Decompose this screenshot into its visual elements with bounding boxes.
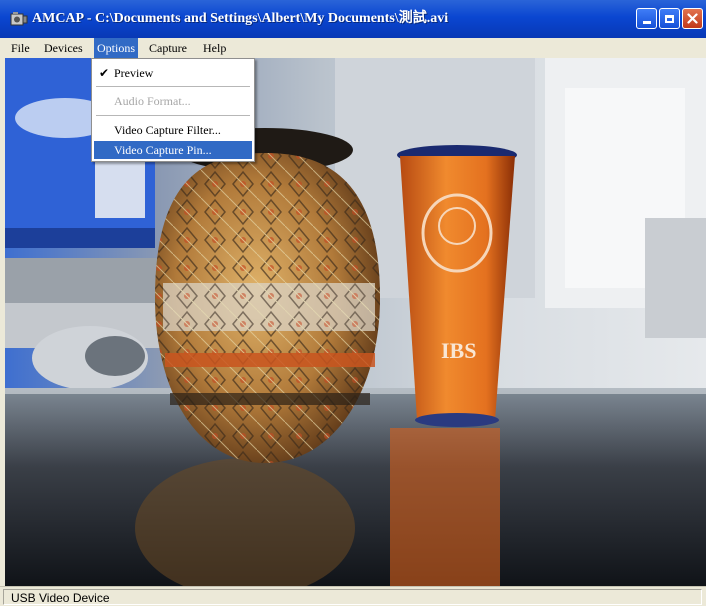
menu-item-preview[interactable]: ✔ Preview xyxy=(94,64,252,82)
menu-help[interactable]: Help xyxy=(200,38,229,58)
menu-item-video-capture-pin[interactable]: Video Capture Pin... xyxy=(94,141,252,159)
menu-devices-label: Devices xyxy=(44,41,83,55)
menu-help-label: Help xyxy=(203,41,227,55)
close-icon xyxy=(687,13,698,24)
menu-capture[interactable]: Capture xyxy=(146,38,190,58)
menu-bar: File Devices Options Capture Help xyxy=(0,38,706,58)
menu-item-video-capture-filter-label: Video Capture Filter... xyxy=(114,123,221,137)
status-bar: USB Video Device xyxy=(0,586,706,606)
menu-separator xyxy=(96,115,250,116)
menu-file[interactable]: File xyxy=(8,38,33,58)
close-button[interactable] xyxy=(682,8,703,29)
checkmark-icon: ✔ xyxy=(99,66,110,80)
menu-item-video-capture-filter[interactable]: Video Capture Filter... xyxy=(94,121,252,139)
status-panel: USB Video Device xyxy=(3,589,702,605)
options-dropdown: ✔ Preview Audio Format... Video Capture … xyxy=(91,58,255,162)
menu-item-audio-format: Audio Format... xyxy=(94,92,252,110)
camera-app-icon xyxy=(10,12,28,26)
minimize-button[interactable] xyxy=(636,8,657,29)
menu-item-preview-label: Preview xyxy=(114,66,154,80)
menu-options-label: Options xyxy=(97,41,136,55)
menu-separator xyxy=(96,86,250,87)
minimize-icon xyxy=(642,21,651,24)
cup-logo-text: IBS xyxy=(441,338,476,363)
maximize-icon xyxy=(665,14,674,23)
menu-file-label: File xyxy=(11,41,30,55)
menu-item-video-capture-pin-label: Video Capture Pin... xyxy=(114,143,212,157)
menu-capture-label: Capture xyxy=(149,41,187,55)
amcap-window: AMCAP - C:\Documents and Settings\Albert… xyxy=(0,0,706,606)
status-device-text: USB Video Device xyxy=(11,591,110,605)
menu-options[interactable]: Options xyxy=(94,38,139,58)
menu-devices[interactable]: Devices xyxy=(41,38,86,58)
window-title: AMCAP - C:\Documents and Settings\Albert… xyxy=(32,11,449,26)
menu-item-audio-format-label: Audio Format... xyxy=(114,94,191,108)
maximize-button[interactable] xyxy=(659,8,680,29)
title-bar[interactable]: AMCAP - C:\Documents and Settings\Albert… xyxy=(0,0,706,39)
